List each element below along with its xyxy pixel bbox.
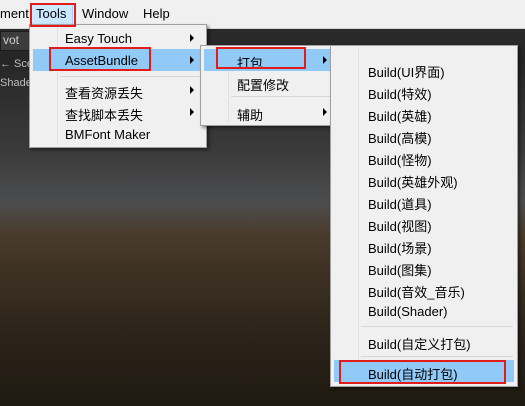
menu-component[interactable]: ment — [0, 6, 29, 21]
build-high-poly-label: Build(高模) — [368, 131, 432, 146]
build-items-label: Build(道具) — [368, 197, 432, 212]
annotation-tools — [30, 3, 76, 27]
tools-dropdown: Easy Touch AssetBundle 查看资源丢失 查找脚本丢失 BMF… — [29, 24, 207, 148]
submenu-arrow-icon — [323, 56, 327, 64]
menu-item-build-scenes[interactable]: Build(场景) — [334, 234, 514, 256]
submenu-arrow-icon — [323, 108, 327, 116]
check-missing-assets-label: 查看资源丢失 — [65, 86, 144, 101]
menu-item-build-audio[interactable]: Build(音效_音乐) — [334, 278, 514, 300]
menu-item-build-views[interactable]: Build(视图) — [334, 212, 514, 234]
menu-item-build-high-poly[interactable]: Build(高模) — [334, 124, 514, 146]
bmfont-maker-label: BMFont Maker — [65, 127, 151, 142]
menu-item-easy-touch[interactable]: Easy Touch — [33, 27, 203, 49]
annotation-pack — [216, 47, 306, 69]
build-scenes-label: Build(场景) — [368, 241, 432, 256]
helper-label: 辅助 — [237, 108, 264, 123]
build-heroes-label: Build(英雄) — [368, 109, 432, 124]
find-missing-scripts-label: 查找脚本丢失 — [65, 108, 144, 123]
shaded-mode-label[interactable]: Shade — [0, 77, 32, 89]
pack-submenu: Build(UI界面) Build(特效) Build(英雄) Build(高模… — [330, 45, 518, 387]
build-shader-label: Build(Shader) — [368, 304, 448, 319]
menu-item-find-missing-scripts[interactable]: 查找脚本丢失 — [33, 101, 203, 123]
menu-item-check-missing-assets[interactable]: 查看资源丢失 — [33, 79, 203, 101]
submenu-arrow-icon — [190, 56, 194, 64]
menu-separator — [231, 96, 330, 97]
menu-separator — [361, 356, 513, 357]
menu-item-config-modify[interactable]: 配置修改 — [204, 71, 331, 93]
submenu-arrow-icon — [190, 34, 194, 42]
menu-item-build-monsters[interactable]: Build(怪物) — [334, 146, 514, 168]
menu-item-build-heroes[interactable]: Build(英雄) — [334, 102, 514, 124]
annotation-assetbundle — [49, 47, 151, 71]
menu-item-helper[interactable]: 辅助 — [204, 101, 331, 123]
menu-item-build-items[interactable]: Build(道具) — [334, 190, 514, 212]
menu-item-build-custom[interactable]: Build(自定义打包) — [334, 330, 514, 352]
pivot-label: vot — [3, 33, 20, 47]
build-atlas-label: Build(图集) — [368, 263, 432, 278]
menu-window[interactable]: Window — [82, 6, 128, 21]
easy-touch-label: Easy Touch — [65, 31, 132, 46]
menu-item-build-atlas[interactable]: Build(图集) — [334, 256, 514, 278]
build-ui-label: Build(UI界面) — [368, 65, 445, 80]
menu-item-build-shader[interactable]: Build(Shader) — [334, 300, 514, 322]
build-views-label: Build(视图) — [368, 219, 432, 234]
build-monsters-label: Build(怪物) — [368, 153, 432, 168]
menu-item-bmfont-maker[interactable]: BMFont Maker — [33, 123, 203, 145]
build-audio-label: Build(音效_音乐) — [368, 285, 465, 300]
build-effects-label: Build(特效) — [368, 87, 432, 102]
submenu-arrow-icon — [190, 108, 194, 116]
submenu-arrow-icon — [190, 86, 194, 94]
menu-separator — [60, 76, 202, 77]
annotation-build-auto — [339, 360, 506, 384]
pivot-toggle[interactable]: vot — [0, 31, 32, 51]
menu-item-build-effects[interactable]: Build(特效) — [334, 80, 514, 102]
menu-item-build-hero-skins[interactable]: Build(英雄外观) — [334, 168, 514, 190]
build-custom-label: Build(自定义打包) — [368, 337, 471, 352]
menu-item-build-ui[interactable]: Build(UI界面) — [334, 58, 514, 80]
menu-separator — [361, 326, 513, 327]
build-hero-skins-label: Build(英雄外观) — [368, 175, 458, 190]
config-modify-label: 配置修改 — [237, 78, 290, 93]
menu-help[interactable]: Help — [143, 6, 170, 21]
